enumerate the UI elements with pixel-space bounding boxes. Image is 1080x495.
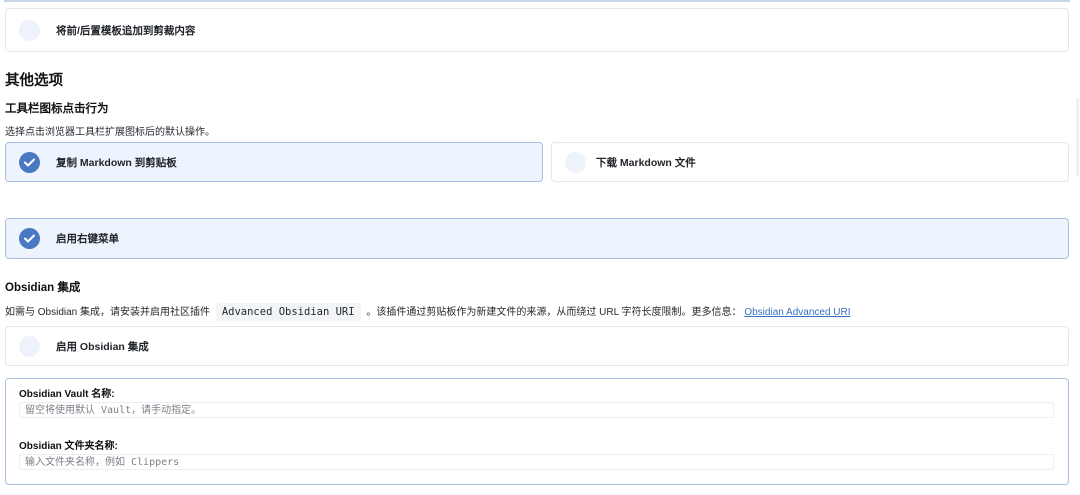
- option-copy-markdown-label: 复制 Markdown 到剪贴板: [56, 156, 177, 169]
- scrollbar[interactable]: [1076, 98, 1079, 176]
- obsidian-description-after: 。该插件通过剪贴板作为新建文件的来源，从而绕过 URL 字符长度限制。更多信息：: [366, 307, 742, 318]
- obsidian-settings-panel: Obsidian Vault 名称: Obsidian 文件夹名称:: [5, 378, 1069, 485]
- vault-name-label: Obsidian Vault 名称:: [19, 389, 115, 400]
- obsidian-advanced-uri-link[interactable]: Obsidian Advanced URI: [744, 307, 850, 318]
- toolbar-action-heading: 工具栏图标点击行为: [5, 103, 109, 115]
- template-append-label: 将前/后置模板追加到剪裁内容: [56, 24, 196, 37]
- obsidian-enable-toggle[interactable]: 启用 Obsidian 集成: [5, 326, 1069, 366]
- obsidian-enable-label: 启用 Obsidian 集成: [56, 340, 149, 353]
- option-copy-markdown[interactable]: 复制 Markdown 到剪贴板: [5, 142, 543, 182]
- empty-circle-icon: [19, 335, 40, 357]
- toolbar-action-description: 选择点击浏览器工具栏扩展图标后的默认操作。: [5, 127, 215, 138]
- other-options-heading: 其他选项: [5, 73, 63, 89]
- obsidian-description-before: 如需与 Obsidian 集成，请安装并启用社区插件: [5, 307, 211, 318]
- folder-name-label: Obsidian 文件夹名称:: [19, 441, 118, 452]
- vault-name-input[interactable]: [19, 402, 1054, 418]
- folder-name-input[interactable]: [19, 454, 1054, 470]
- empty-circle-icon: [565, 151, 586, 173]
- previous-section-border: [4, 0, 1070, 2]
- check-icon: [19, 151, 40, 173]
- plugin-name-code: Advanced Obsidian URI: [215, 303, 361, 321]
- option-download-markdown-label: 下载 Markdown 文件: [596, 156, 696, 169]
- obsidian-description: 如需与 Obsidian 集成，请安装并启用社区插件 Advanced Obsi…: [5, 303, 851, 321]
- obsidian-heading: Obsidian 集成: [5, 282, 81, 294]
- check-icon: [19, 228, 40, 249]
- option-download-markdown[interactable]: 下载 Markdown 文件: [551, 142, 1069, 182]
- context-menu-label: 启用右键菜单: [56, 233, 119, 245]
- template-append-toggle[interactable]: 将前/后置模板追加到剪裁内容: [5, 8, 1069, 52]
- context-menu-toggle[interactable]: 启用右键菜单: [5, 218, 1069, 259]
- empty-circle-icon: [19, 19, 40, 41]
